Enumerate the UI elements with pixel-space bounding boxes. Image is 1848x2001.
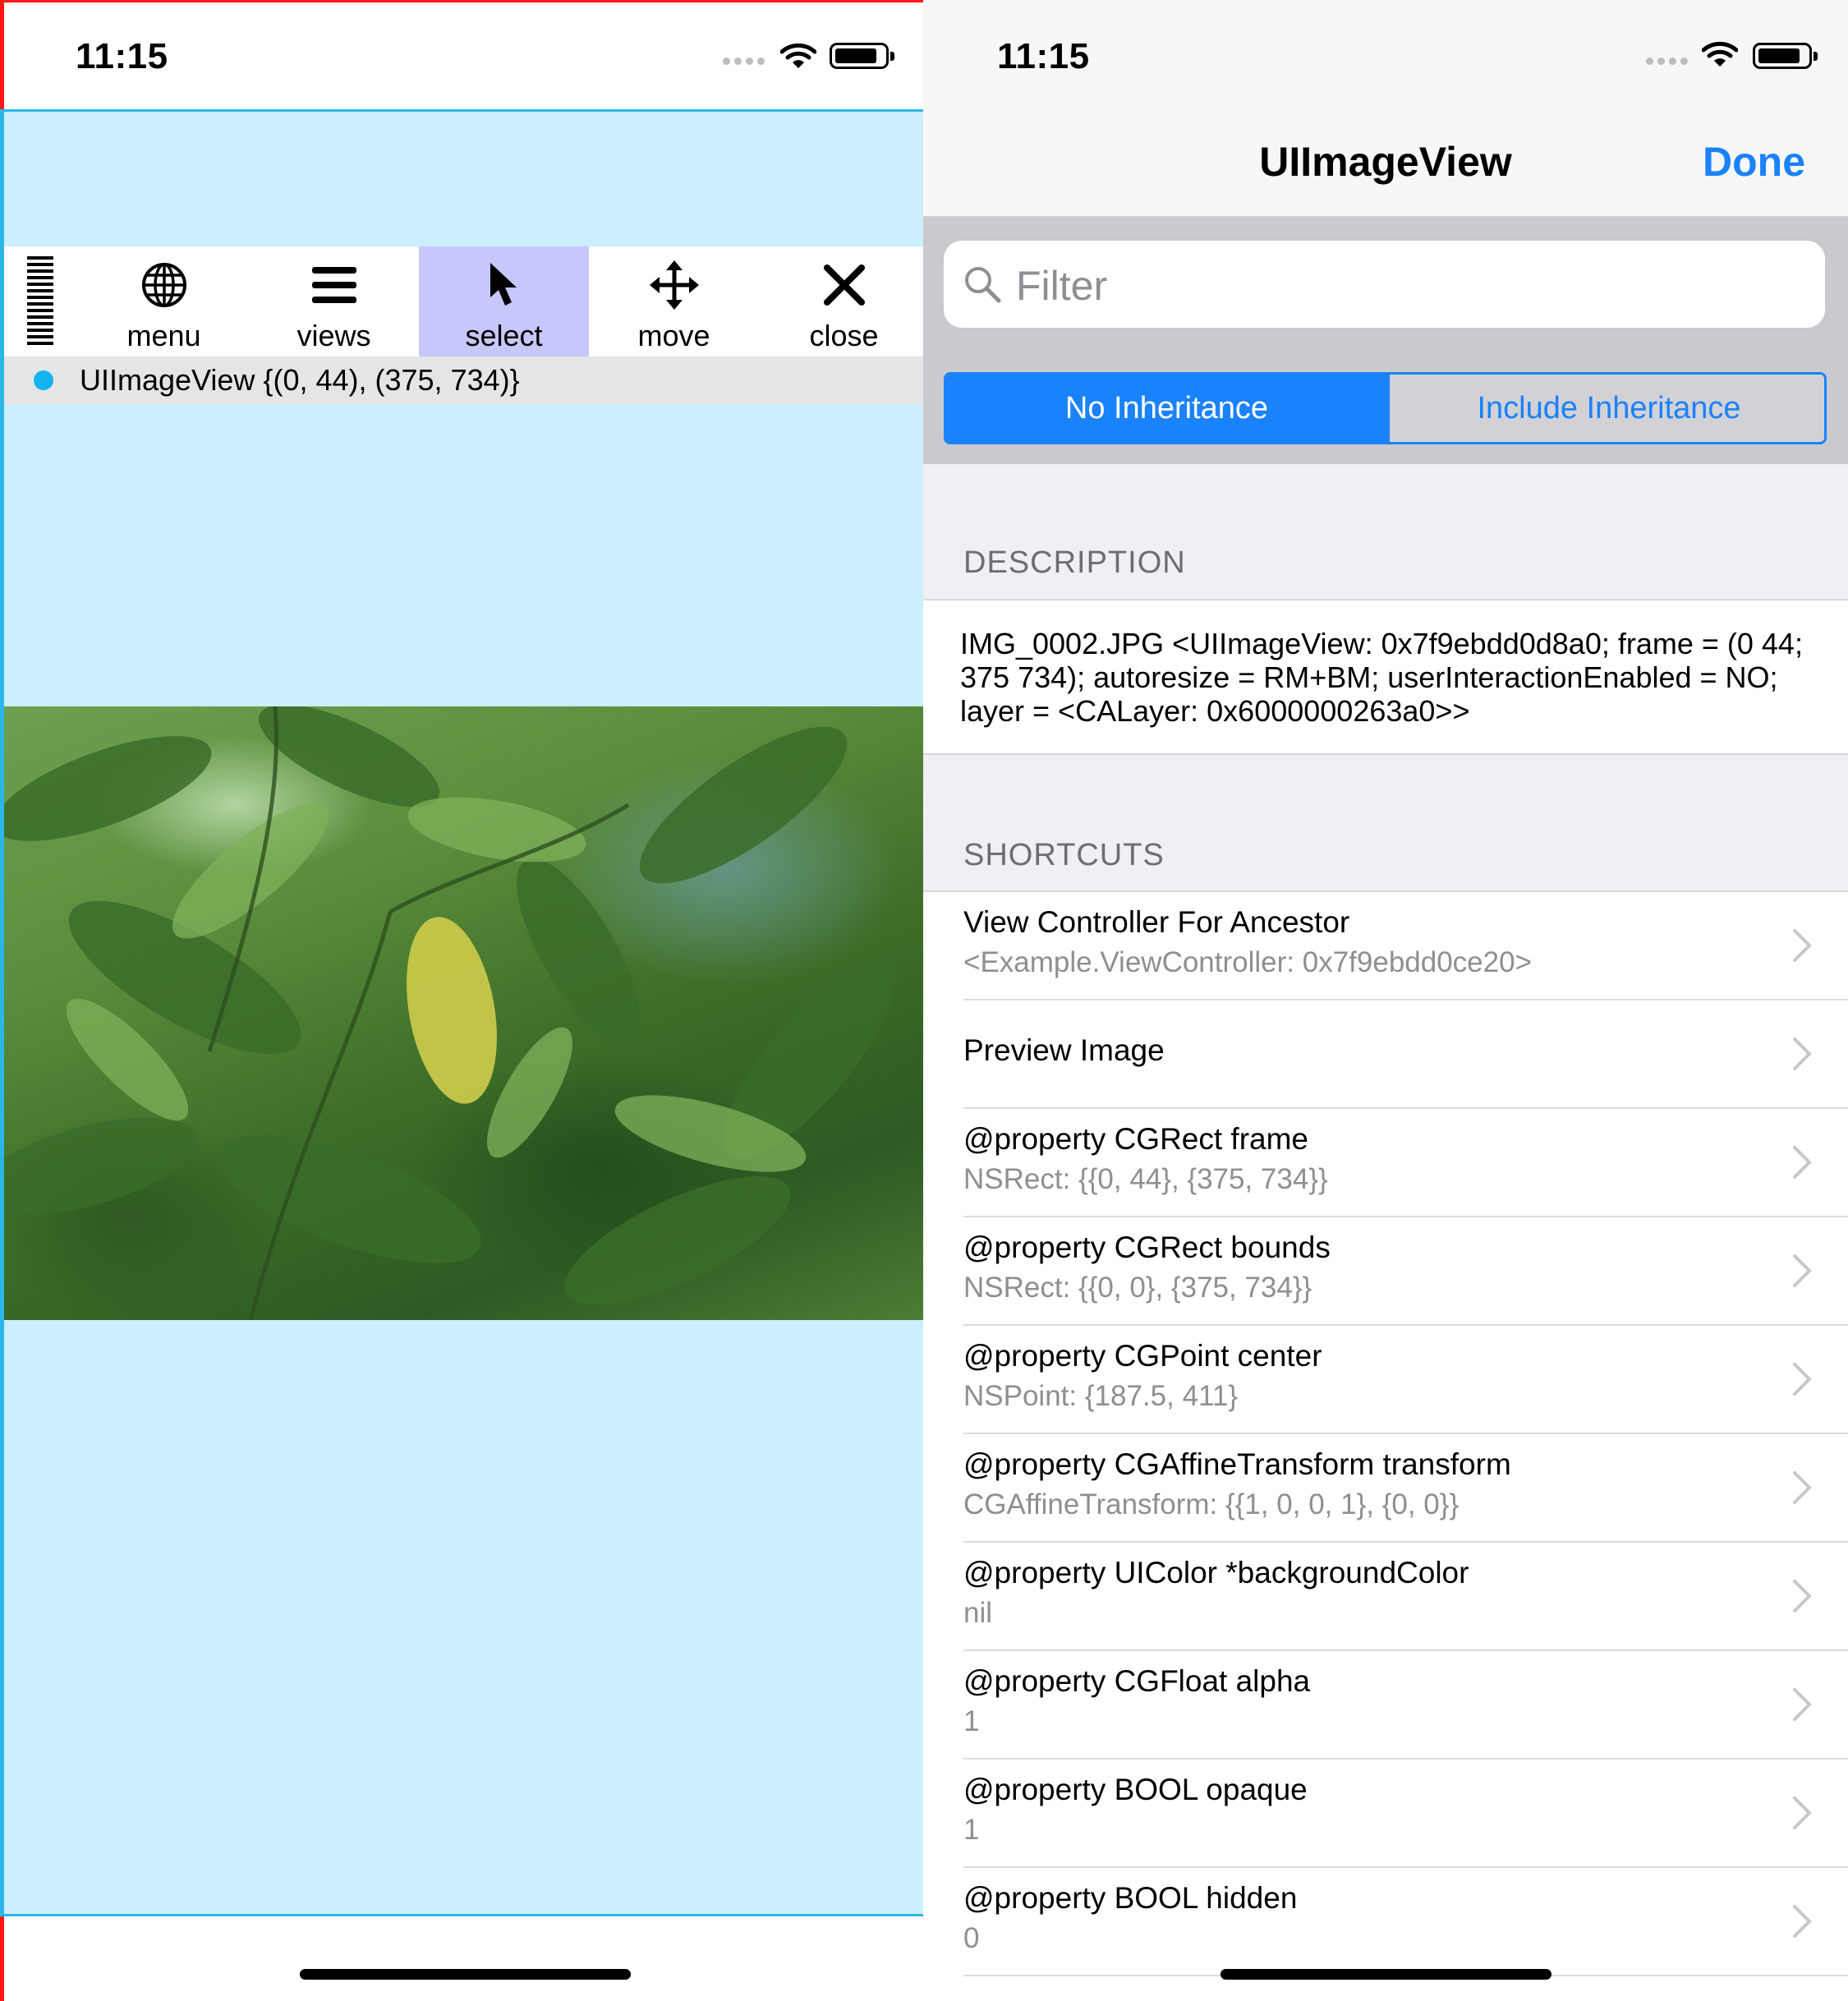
battery-icon: [830, 43, 894, 69]
move-button[interactable]: move: [589, 246, 759, 356]
leaf-photo-foliage: [4, 706, 894, 1320]
selected-view-info-bar[interactable]: UIImageView {(0, 44), (375, 734)}: [4, 356, 923, 404]
shortcut-row-alpha[interactable]: @property CGFloat alpha 1: [923, 1651, 1848, 1760]
chevron-right-icon: [1793, 1363, 1812, 1396]
globe-icon: [141, 263, 186, 307]
cursor-arrow-icon: [490, 263, 517, 306]
left-phone-screen: 11:15 menu views select move close UIIma…: [0, 0, 923, 2001]
row-subtitle: NSRect: {{0, 0}, {375, 734}}: [963, 1272, 1312, 1304]
description-text: IMG_0002.JPG <UIImageView: 0x7f9ebdd0d8a…: [960, 627, 1803, 728]
chevron-right-icon: [1793, 1796, 1812, 1829]
menu-button[interactable]: menu: [79, 246, 249, 356]
row-subtitle: 0: [963, 1922, 980, 1954]
row-title: @property CGPoint center: [963, 1339, 1322, 1373]
wifi-icon: [780, 43, 816, 68]
menu-button-label: menu: [126, 319, 201, 352]
signal-icon: [723, 58, 769, 66]
hamburger-icon: [311, 267, 356, 303]
row-title: @property CGFloat alpha: [963, 1664, 1311, 1698]
row-title: Preview Image: [963, 1033, 1165, 1067]
row-title: @property BOOL hidden: [963, 1881, 1298, 1915]
shortcut-row-opaque[interactable]: @property BOOL opaque 1: [923, 1760, 1848, 1868]
row-subtitle: 1: [963, 1814, 980, 1846]
filter-placeholder: Filter: [1016, 263, 1108, 309]
shortcut-row-background-color[interactable]: @property UIColor *backgroundColor nil: [923, 1543, 1848, 1651]
battery-icon: [1753, 43, 1818, 69]
home-indicator[interactable]: [300, 1969, 631, 1980]
chevron-right-icon: [1793, 1688, 1812, 1721]
description-cell[interactable]: IMG_0002.JPG <UIImageView: 0x7f9ebdd0d8a…: [923, 599, 1848, 755]
segment-include-inheritance[interactable]: Include Inheritance: [1387, 375, 1824, 442]
shortcut-row-view-controller[interactable]: View Controller For Ancestor <Example.Vi…: [923, 892, 1848, 1000]
move-arrows-icon: [649, 260, 699, 310]
filter-search-field[interactable]: Filter: [944, 241, 1825, 328]
shortcut-row-transform[interactable]: @property CGAffineTransform transform CG…: [923, 1434, 1848, 1543]
select-button[interactable]: select: [419, 246, 589, 356]
close-button-label: close: [809, 319, 879, 352]
explorer-toolbar: menu views select move close: [4, 246, 923, 356]
shortcut-row-center[interactable]: @property CGPoint center NSPoint: {187.5…: [923, 1326, 1848, 1434]
shortcut-row-bounds[interactable]: @property CGRect bounds NSRect: {{0, 0},…: [923, 1217, 1848, 1326]
row-subtitle: NSPoint: {187.5, 411}: [963, 1380, 1239, 1412]
chevron-right-icon: [1793, 1037, 1812, 1070]
chevron-right-icon: [1793, 1471, 1812, 1504]
leaf-photo-image[interactable]: [4, 706, 923, 1320]
row-title: @property BOOL opaque: [963, 1773, 1308, 1806]
row-subtitle: nil: [963, 1597, 993, 1629]
selected-view-description: UIImageView {(0, 44), (375, 734)}: [80, 363, 520, 397]
right-phone-screen: 11:15 UIImageView Done Filter No Inherit…: [923, 0, 1848, 2001]
status-time: 11:15: [76, 36, 168, 76]
move-button-label: move: [637, 319, 710, 352]
navigation-bar: 11:15 UIImageView Done: [923, 0, 1848, 218]
row-subtitle: 1: [963, 1705, 980, 1737]
row-title: @property CGRect bounds: [963, 1230, 1331, 1264]
row-title: View Controller For Ancestor: [963, 905, 1350, 939]
segment-no-inheritance[interactable]: No Inheritance: [946, 375, 1387, 442]
row-subtitle: CGAffineTransform: {{1, 0, 0, 1}, {0, 0}…: [963, 1488, 1460, 1520]
views-button[interactable]: views: [249, 246, 419, 356]
red-border-top: [0, 0, 923, 2]
row-subtitle: <Example.ViewController: 0x7f9ebdd0ce20>: [963, 946, 1533, 978]
chevron-right-icon: [1793, 1146, 1812, 1179]
shortcut-row-hidden[interactable]: @property BOOL hidden 0: [923, 1868, 1848, 1976]
shortcut-row-frame[interactable]: @property CGRect frame NSRect: {{0, 44},…: [923, 1109, 1848, 1217]
status-time: 11:15: [997, 36, 1090, 76]
shortcut-row-preview-image[interactable]: Preview Image: [923, 1000, 1848, 1109]
drag-handle[interactable]: [27, 256, 53, 348]
row-title: @property CGRect frame: [963, 1122, 1309, 1156]
shortcuts-section-header: SHORTCUTS: [963, 838, 1165, 872]
select-button-label: select: [465, 319, 543, 352]
search-icon: [965, 267, 1001, 303]
shortcuts-list: View Controller For Ancestor <Example.Vi…: [923, 890, 1848, 2001]
signal-icon: [1646, 58, 1692, 66]
chevron-right-icon: [1793, 1580, 1812, 1612]
row-title: @property UIColor *backgroundColor: [963, 1556, 1469, 1589]
selection-color-dot: [34, 370, 53, 390]
close-button[interactable]: close: [759, 246, 923, 356]
filter-header: Filter No Inheritance Include Inheritanc…: [923, 218, 1848, 464]
close-x-icon: [823, 264, 865, 306]
row-subtitle: NSRect: {{0, 44}, {375, 734}}: [963, 1163, 1328, 1195]
chevron-right-icon: [1793, 929, 1812, 962]
done-button[interactable]: Done: [1703, 138, 1805, 186]
chevron-right-icon: [1793, 1905, 1812, 1938]
inheritance-segmented-control: No Inheritance Include Inheritance: [944, 372, 1827, 444]
row-title: @property CGAffineTransform transform: [963, 1447, 1511, 1481]
wifi-icon: [1702, 41, 1738, 67]
home-indicator[interactable]: [1221, 1969, 1551, 1980]
views-button-label: views: [297, 319, 371, 352]
chevron-right-icon: [1793, 1254, 1812, 1287]
